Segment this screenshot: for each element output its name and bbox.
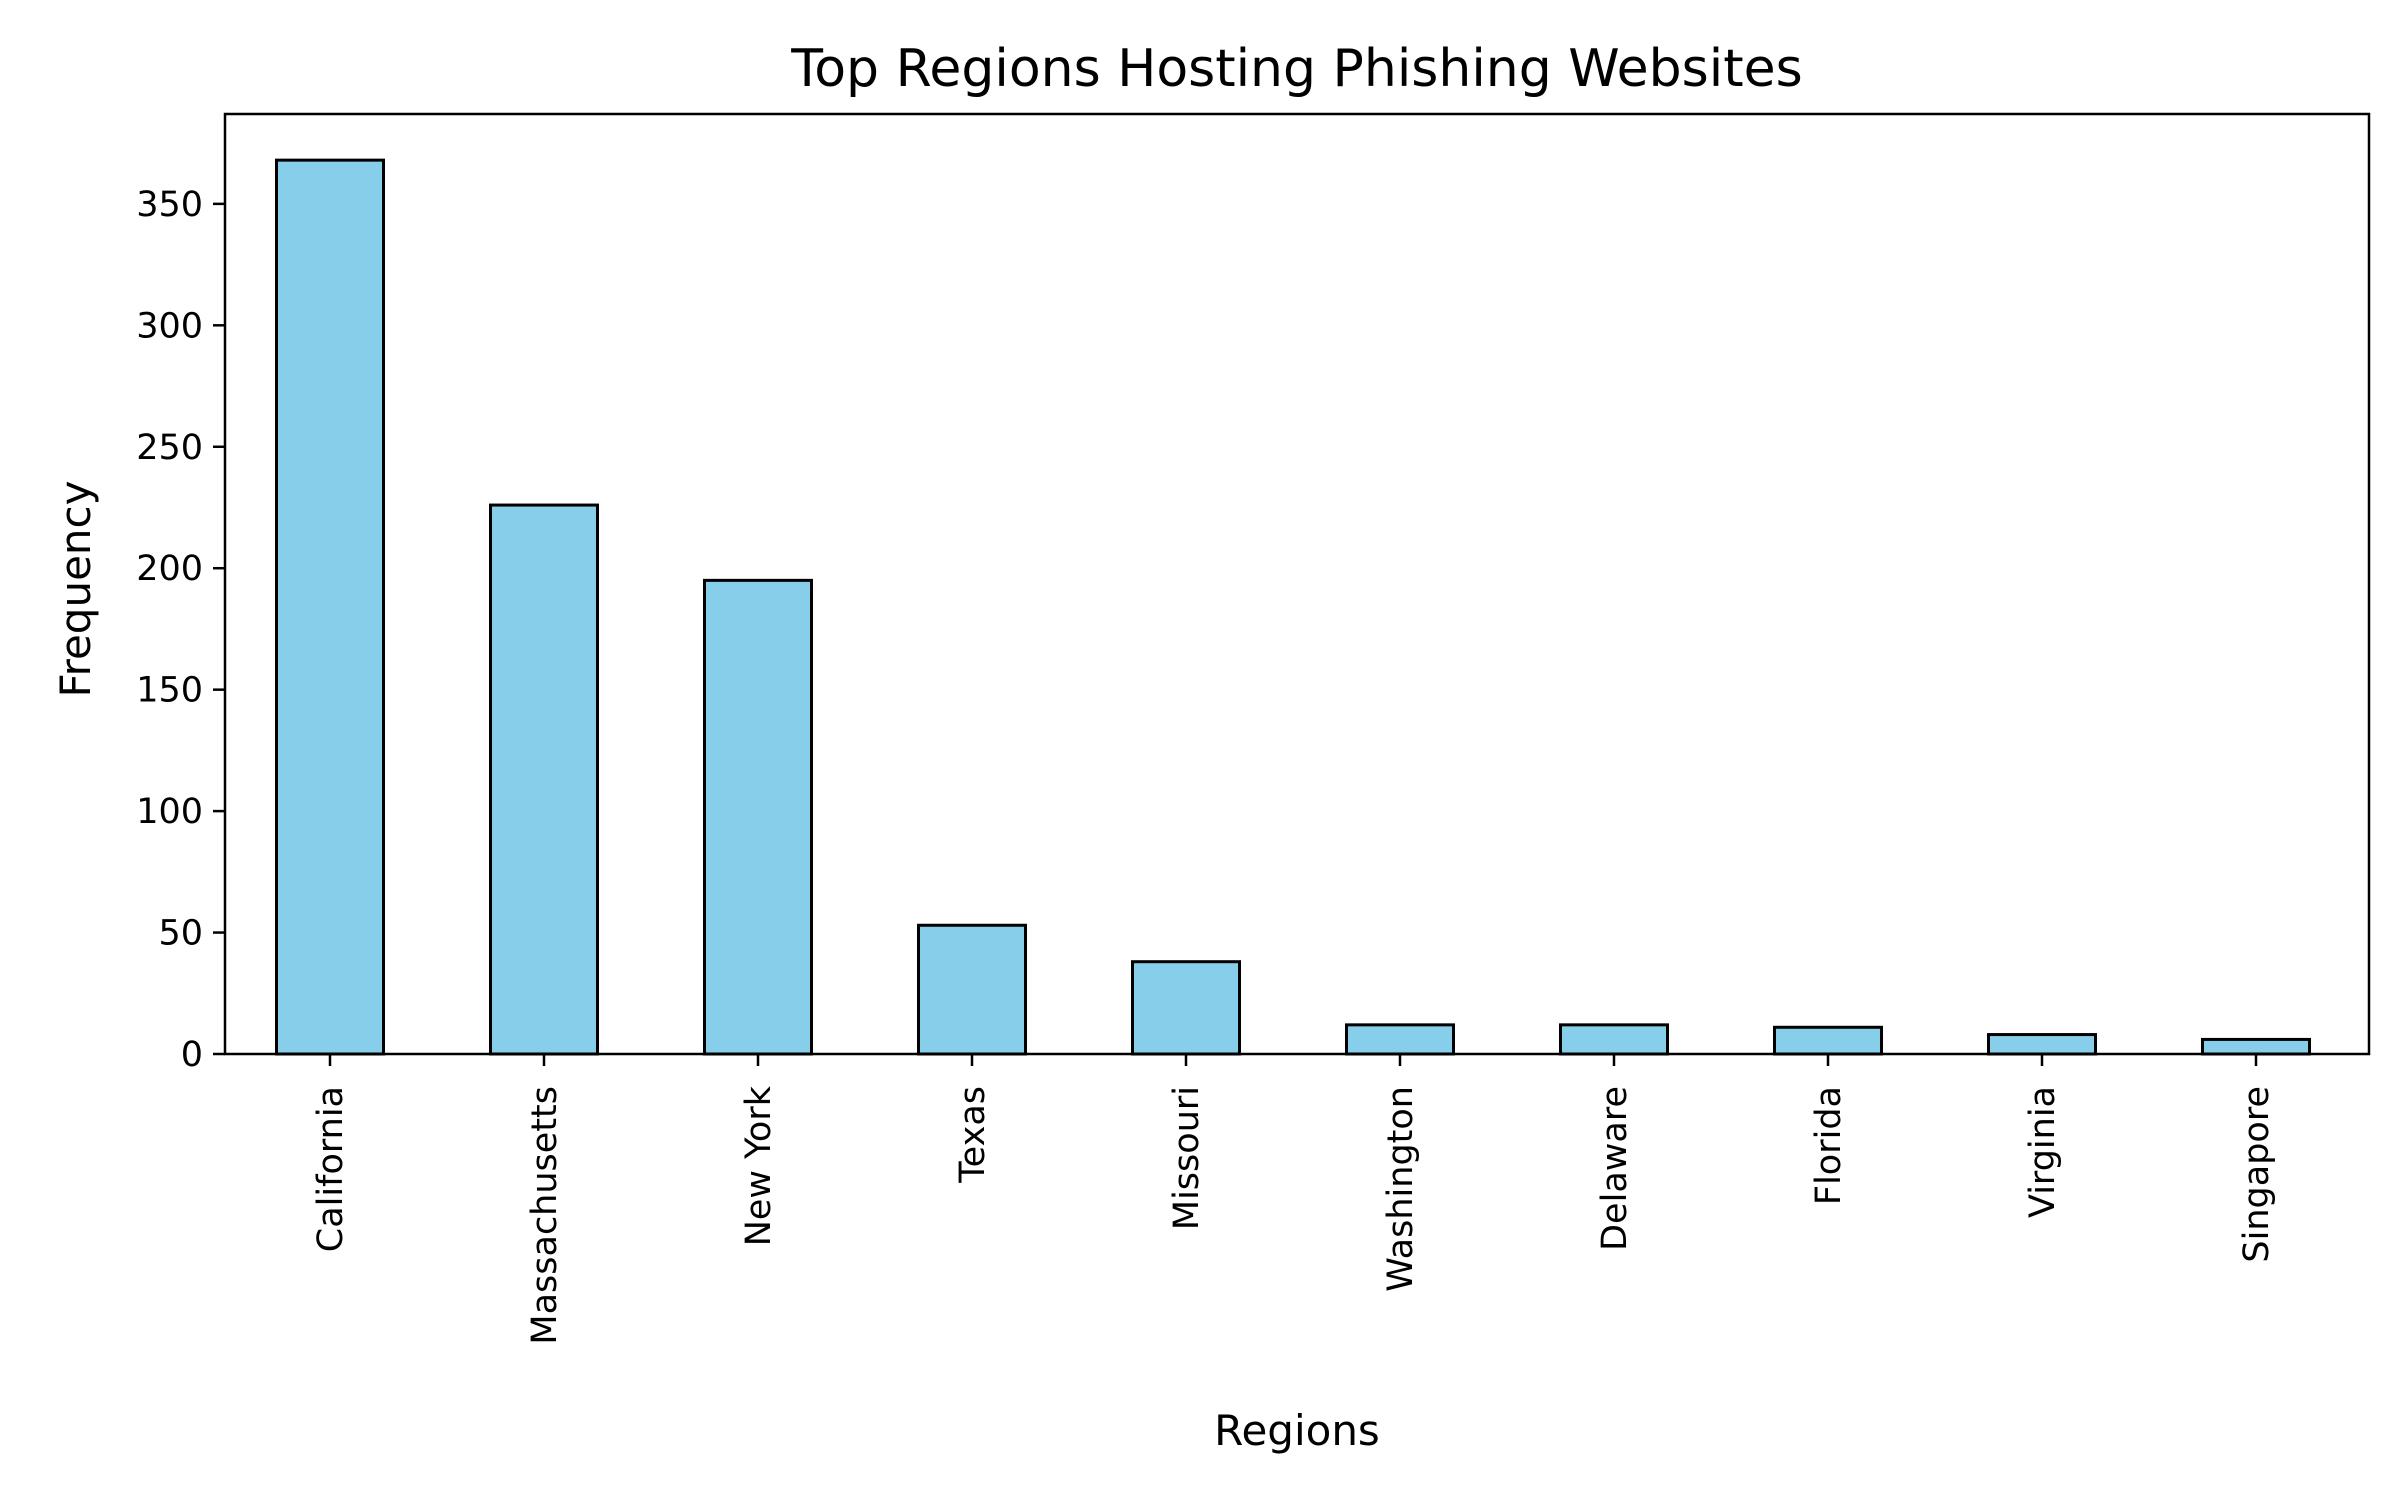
x-tick-label: Delaware (1595, 1086, 1635, 1251)
bar-delaware (1559, 1023, 1669, 1056)
bars-layer (275, 158, 2311, 1056)
x-tick-label: Missouri (1167, 1086, 1207, 1230)
x-tick-label: Texas (953, 1086, 993, 1184)
y-tick-label: 50 (158, 914, 203, 954)
y-axis-ticks: 0 50 100 150 200 250 300 350 (136, 185, 225, 1075)
bar-florida (1773, 1025, 1883, 1056)
x-axis-label: Regions (1214, 1406, 1380, 1455)
y-tick-label: 300 (136, 306, 203, 346)
bar-new-york (703, 578, 813, 1056)
y-tick-label: 100 (136, 792, 203, 832)
x-tick-label: New York (739, 1085, 779, 1246)
x-tick-label: California (311, 1086, 351, 1252)
bar-washington (1345, 1023, 1455, 1056)
bar-singapore (2201, 1037, 2311, 1056)
bar-massachusetts (489, 503, 599, 1056)
bar-texas (917, 923, 1027, 1056)
y-tick-label: 200 (136, 549, 203, 589)
bar-virginia (1987, 1033, 2097, 1056)
x-tick-label: Virginia (2023, 1086, 2063, 1218)
y-tick-label: 350 (136, 185, 203, 225)
x-tick-label: Singapore (2237, 1086, 2277, 1263)
x-tick-label: Washington (1381, 1086, 1421, 1292)
bar-california (275, 158, 385, 1056)
y-axis-label: Frequency (51, 481, 100, 698)
chart-title: Top Regions Hosting Phishing Websites (790, 39, 1802, 99)
y-tick-label: 150 (136, 671, 203, 711)
y-tick-label: 0 (181, 1035, 203, 1075)
x-tick-label: Massachusetts (525, 1086, 565, 1345)
bar-chart: Top Regions Hosting Phishing Websites Fr… (51, 39, 2371, 1455)
bar-missouri (1131, 960, 1241, 1056)
chart-container: Top Regions Hosting Phishing Websites Fr… (0, 0, 2400, 1500)
x-tick-label: Florida (1809, 1086, 1849, 1205)
x-axis-ticks: California Massachusetts New York Texas Miss… (311, 1054, 2277, 1345)
y-tick-label: 250 (136, 428, 203, 468)
